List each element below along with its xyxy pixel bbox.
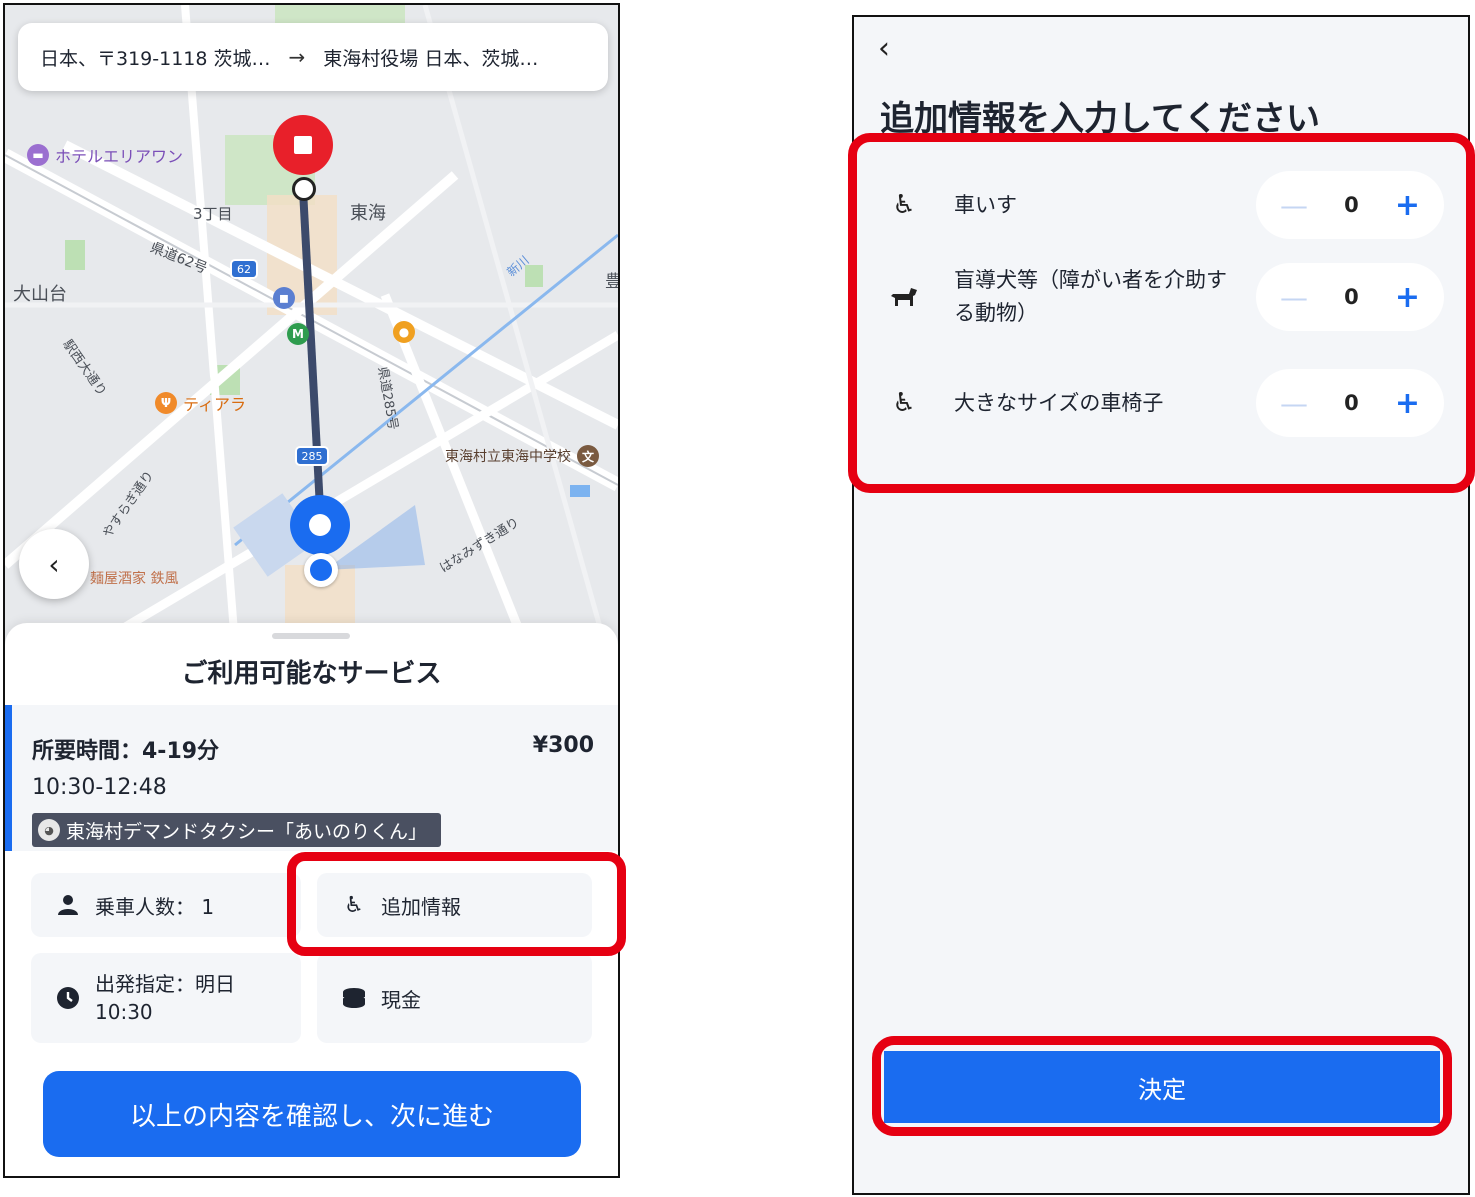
- origin-address: 日本、〒319-1118 茨城…: [40, 47, 271, 70]
- guide-dog-stepper: — 0 +: [1256, 263, 1444, 331]
- chevron-left-icon: ‹: [48, 547, 60, 581]
- restaurant-icon: Ψ: [155, 392, 177, 414]
- school-icon: 文: [577, 445, 599, 467]
- minus-icon[interactable]: —: [1280, 387, 1308, 420]
- option-label: 盲導犬等（障がい者を介助する動物）: [954, 268, 1227, 325]
- stepper-value: 0: [1344, 285, 1359, 309]
- service-name-tag: ◕ 東海村デマンドタクシー「あいのりくん」: [32, 813, 442, 847]
- decide-button[interactable]: 決定: [884, 1051, 1440, 1123]
- departure-day: 出発指定：明日: [95, 972, 235, 996]
- left-phone-screen: ▬ ホテルエリアワン 3丁目 東海 県道62号 62 大山台 駅西大通り ◼ M…: [3, 3, 620, 1178]
- plus-icon[interactable]: +: [1395, 386, 1420, 421]
- service-time-range: 10:30-12:48: [32, 775, 167, 800]
- option-label: 大きなサイズの車椅子: [954, 390, 1164, 415]
- wheelchair-stepper: — 0 +: [1256, 171, 1444, 239]
- stepper-value: 0: [1344, 193, 1359, 217]
- wheelchair-icon: ♿: [892, 190, 916, 220]
- poi-shop-1[interactable]: ◼: [273, 287, 295, 309]
- back-button[interactable]: ‹: [19, 529, 89, 599]
- departure-time-tile[interactable]: 出発指定：明日 10:30: [31, 953, 301, 1043]
- option-row-large-wheelchair: ♿ 大きなサイズの車椅子 — 0 +: [884, 369, 1444, 437]
- person-icon: [55, 894, 81, 916]
- extra-info-tile[interactable]: ♿ 追加情報: [317, 873, 592, 937]
- origin-marker-icon: [290, 495, 350, 555]
- confirm-next-button[interactable]: 以上の内容を確認し、次に進む: [43, 1071, 581, 1157]
- wheelchair-icon: ♿: [892, 388, 916, 418]
- destination-anchor-icon: [292, 177, 316, 201]
- minus-icon[interactable]: —: [1280, 189, 1308, 222]
- route-shield-62: 62: [230, 259, 258, 279]
- option-row-guide-dog: 盲導犬等（障がい者を介助する動物） — 0 +: [884, 263, 1444, 331]
- service-price: ¥300: [532, 733, 594, 758]
- plus-icon[interactable]: +: [1395, 280, 1420, 315]
- dog-icon: [884, 284, 924, 310]
- back-button[interactable]: ‹: [878, 31, 890, 66]
- map-label-tokai: 東海: [350, 203, 386, 224]
- page-title: 追加情報を入力してください: [880, 99, 1320, 139]
- wheelchair-icon: ♿: [344, 892, 364, 918]
- route-shield-285: 285: [295, 446, 329, 466]
- bed-icon: ▬: [27, 144, 49, 166]
- map-label-yutaka: 豊: [605, 267, 618, 292]
- passenger-count-tile[interactable]: 乗車人数： 1: [31, 873, 301, 937]
- burger-icon: M: [287, 323, 309, 345]
- service-sheet: ご利用可能なサービス 所要時間：4-19分 ¥300 10:30-12:48 ◕…: [5, 623, 618, 1176]
- payment-method-label: 現金: [381, 987, 421, 1012]
- coins-icon: [341, 987, 367, 1009]
- route-map[interactable]: ▬ ホテルエリアワン 3丁目 東海 県道62号 62 大山台 駅西大通り ◼ M…: [5, 5, 618, 645]
- poi-tiara[interactable]: Ψ ティアラ: [155, 391, 246, 415]
- store-icon: ●: [393, 321, 415, 343]
- service-card[interactable]: 所要時間：4-19分 ¥300 10:30-12:48 ◕ 東海村デマンドタクシ…: [5, 705, 618, 851]
- service-duration: 所要時間：4-19分: [32, 739, 220, 764]
- passenger-count-label: 乗車人数： 1: [95, 894, 215, 919]
- shop-icon: ◼: [273, 287, 295, 309]
- right-phone-screen: ‹ 追加情報を入力してください ♿ 車いす — 0 + 盲導犬等（障がい者を介助…: [852, 15, 1470, 1195]
- option-row-wheelchair: ♿ 車いす — 0 +: [884, 171, 1444, 239]
- destination-address: 東海村役場 日本、茨城…: [323, 47, 539, 70]
- poi-hotel[interactable]: ▬ ホテルエリアワン: [27, 143, 183, 167]
- current-location-icon: [304, 553, 338, 587]
- drag-handle[interactable]: [272, 633, 350, 639]
- map-label-menya: 麺屋酒家 鉄風: [90, 571, 179, 587]
- extra-info-label: 追加情報: [381, 894, 461, 919]
- option-label: 車いす: [954, 192, 1017, 217]
- payment-method-tile[interactable]: 現金: [317, 953, 592, 1043]
- departure-time-label: 出発指定：明日 10:30: [95, 970, 235, 1026]
- stepper-value: 0: [1344, 391, 1359, 415]
- poi-shop-3[interactable]: ●: [393, 321, 415, 343]
- chevron-left-icon: ‹: [878, 31, 890, 66]
- minus-icon[interactable]: —: [1280, 281, 1308, 314]
- clock-icon: [55, 986, 81, 1010]
- arrow-right-icon: →: [288, 45, 306, 69]
- large-wheelchair-stepper: — 0 +: [1256, 369, 1444, 437]
- plus-icon[interactable]: +: [1395, 188, 1420, 223]
- poi-school[interactable]: 東海村立東海中学校 文: [445, 445, 599, 467]
- map-label-chome: 3丁目: [193, 205, 233, 223]
- map-label-oyamadai: 大山台: [13, 284, 67, 305]
- sheet-title: ご利用可能なサービス: [181, 659, 442, 689]
- departure-clock: 10:30: [95, 1000, 153, 1024]
- taxi-mascot-icon: ◕: [38, 819, 60, 841]
- route-address-bar[interactable]: 日本、〒319-1118 茨城… → 東海村役場 日本、茨城…: [18, 23, 608, 91]
- service-name: 東海村デマンドタクシー「あいのりくん」: [66, 820, 428, 843]
- poi-shop-2[interactable]: M: [287, 323, 309, 345]
- destination-pin-icon: [273, 115, 333, 175]
